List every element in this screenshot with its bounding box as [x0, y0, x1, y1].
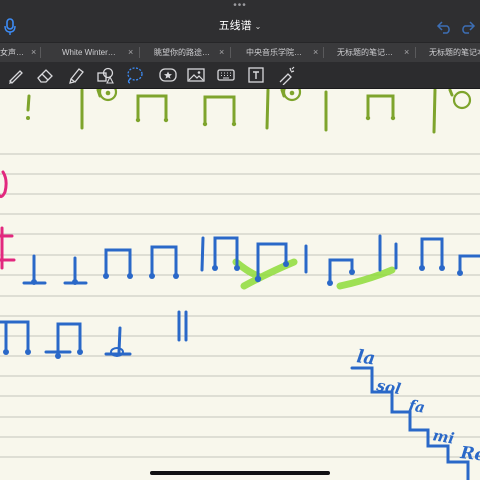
redo-icon[interactable] — [460, 20, 476, 34]
pen-icon[interactable] — [6, 65, 26, 85]
tab-4-close-icon[interactable]: × — [313, 43, 318, 62]
solfege-fa: fa — [406, 396, 426, 417]
tab-5-close-icon[interactable]: × — [404, 43, 409, 62]
sticker-icon[interactable] — [158, 65, 178, 85]
tab-3[interactable]: 眺望你的路途… — [154, 43, 214, 62]
solfege-re: Re — [458, 443, 480, 466]
eraser-icon[interactable] — [35, 65, 55, 85]
tab-divider — [40, 47, 41, 58]
tab-2[interactable]: White Winter… — [62, 43, 122, 62]
undo-icon[interactable] — [436, 20, 452, 34]
tab-2-close-icon[interactable]: × — [128, 43, 133, 62]
document-title-text[interactable]: 五线谱 — [219, 20, 252, 32]
shapes-icon[interactable] — [95, 65, 115, 85]
laser-pointer-icon[interactable] — [276, 65, 296, 85]
window-handle-dots[interactable]: ••• — [0, 1, 480, 11]
tab-strip: 女声… × White Winter… × 眺望你的路途… × 中央音乐学院… … — [0, 42, 480, 63]
tab-1[interactable]: 女声… — [0, 43, 30, 62]
tab-1-close-icon[interactable]: × — [31, 43, 36, 62]
tab-5[interactable]: 无标题的笔记… — [337, 43, 397, 62]
document-title[interactable]: 五线谱 ⌄ — [0, 18, 480, 35]
chevron-down-icon[interactable]: ⌄ — [255, 22, 262, 31]
tab-4[interactable]: 中央音乐学院… — [246, 43, 306, 62]
text-box-icon[interactable] — [246, 65, 266, 85]
image-icon[interactable] — [186, 65, 206, 85]
drawing-toolbar: abc — [0, 62, 480, 145]
tab-6[interactable]: 无标题的笔记本 — [429, 43, 480, 62]
title-bar: ••• 五线谱 ⌄ — [0, 0, 480, 42]
home-indicator[interactable] — [150, 471, 330, 475]
tab-3-close-icon[interactable]: × — [219, 43, 224, 62]
keyboard-icon[interactable] — [216, 65, 236, 85]
note-canvas[interactable]: la sol fa mi Re — [0, 89, 480, 480]
solfege-mi: mi — [431, 426, 456, 448]
tab-divider — [139, 47, 140, 58]
tab-divider — [415, 47, 416, 58]
solfege-la: la — [355, 346, 376, 369]
highlighter-icon[interactable] — [66, 65, 86, 85]
lasso-icon[interactable] — [124, 65, 144, 85]
tab-divider — [230, 47, 231, 58]
tab-divider — [323, 47, 324, 58]
